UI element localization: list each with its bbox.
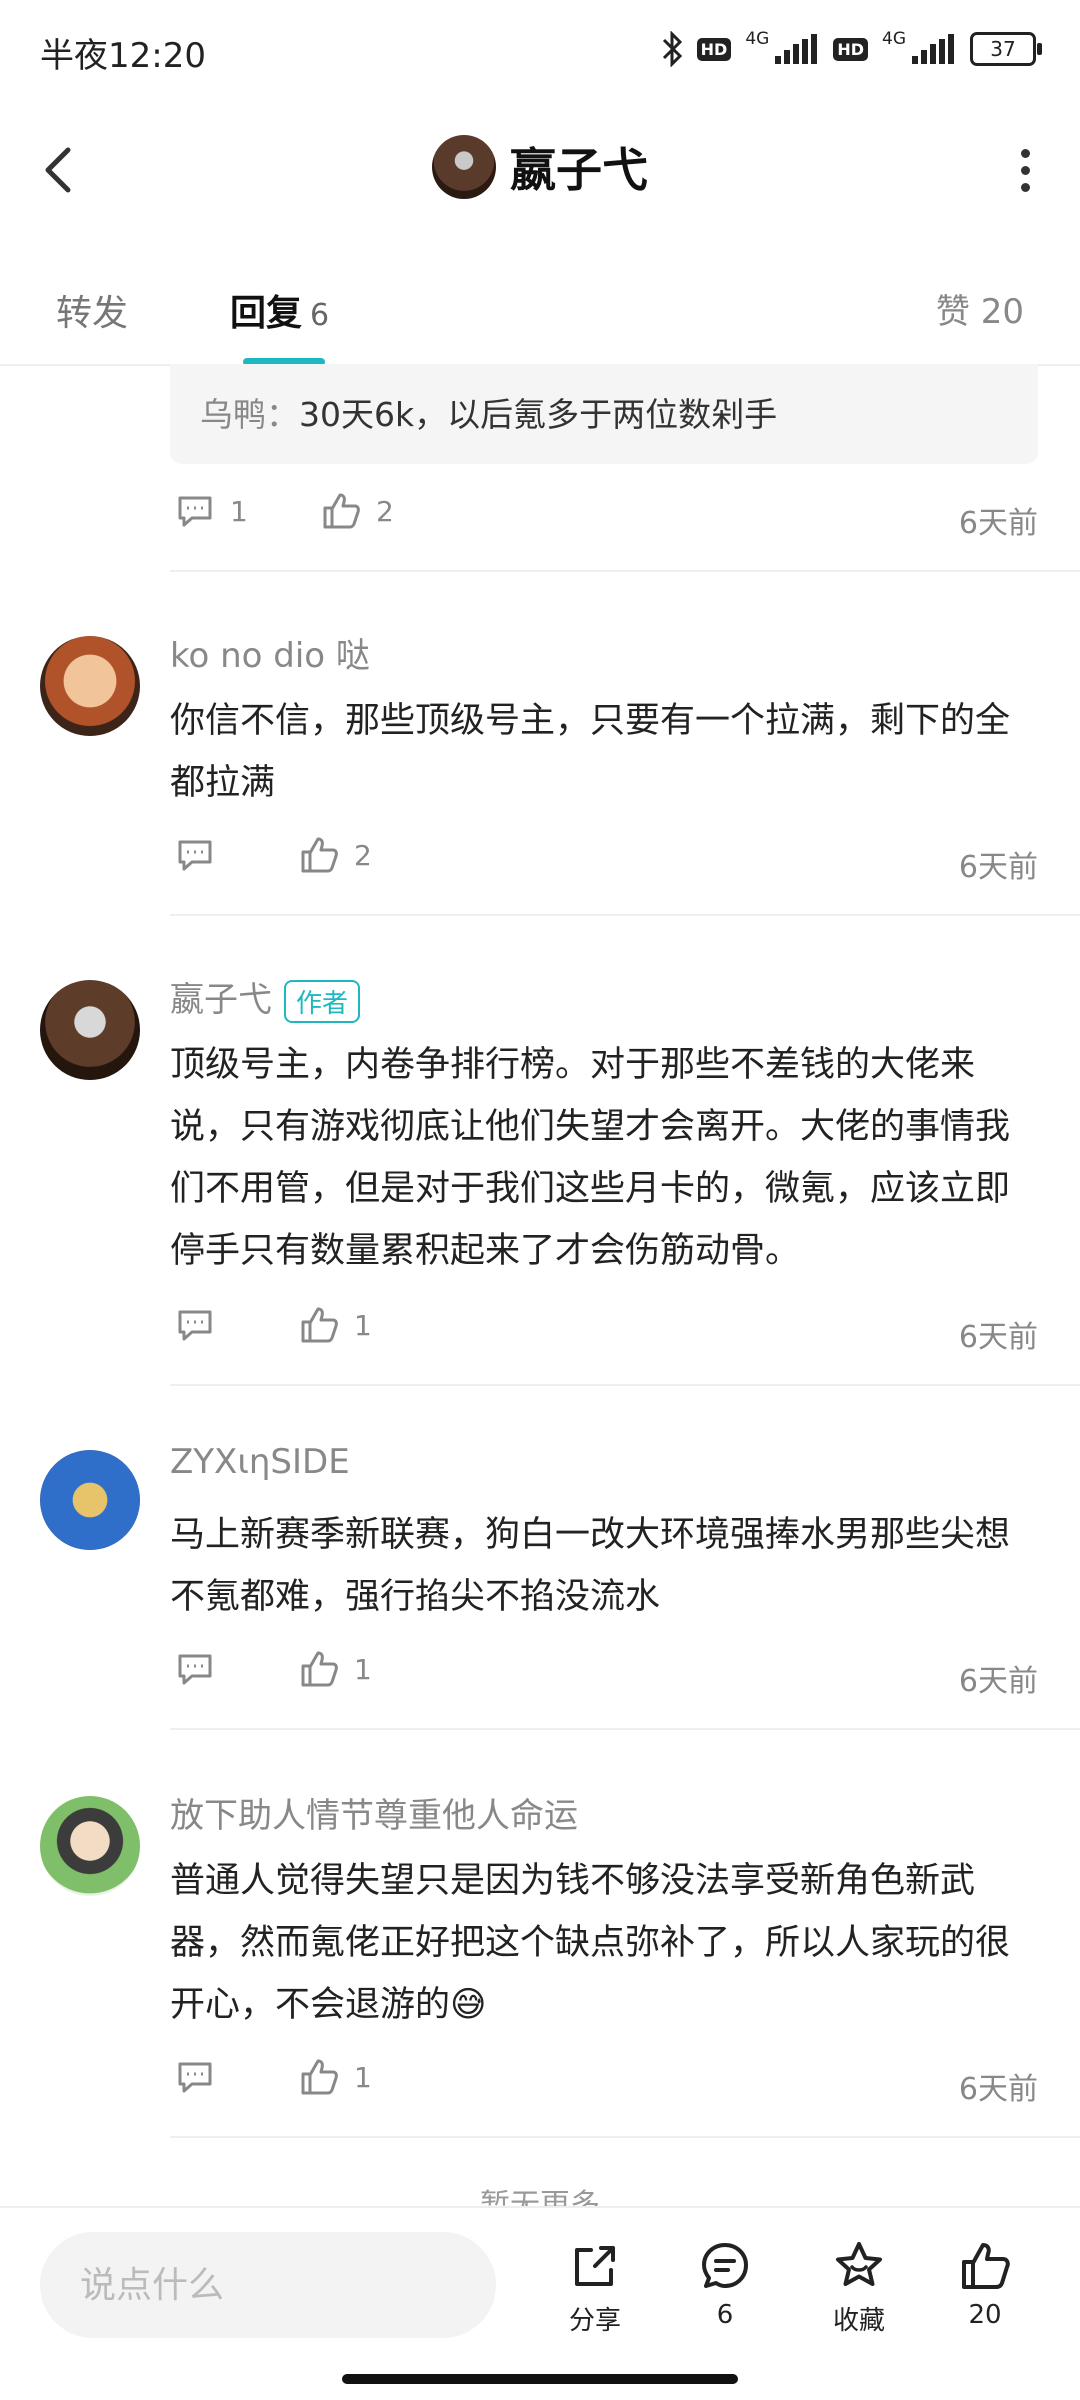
comment-text[interactable]: 你信不信，那些顶级号主，只要有一个拉满，剩下的全都拉满	[170, 690, 1042, 814]
share-label: 分享	[568, 2306, 621, 2336]
divider	[170, 914, 1080, 916]
tabs: 转发 回复 6 赞 20	[0, 246, 1080, 366]
reply-action[interactable]	[174, 834, 216, 876]
header: 嬴子弋	[0, 96, 1080, 246]
comment-username[interactable]: ko no dio 哒	[170, 628, 370, 677]
hd-badge-2: HD	[833, 37, 868, 61]
avatar[interactable]	[40, 980, 140, 1080]
more-options-icon[interactable]	[1000, 140, 1050, 200]
comment-text[interactable]: 顶级号主，内卷争排行榜。对于那些不差钱的大佬来说，只有游戏彻底让他们失望才会离开…	[170, 1034, 1042, 1282]
avatar[interactable]	[40, 1450, 140, 1550]
comment-icon	[178, 1310, 212, 1341]
thumbs-up-icon	[323, 493, 360, 529]
reply-action[interactable]	[174, 1304, 216, 1346]
tab-repost[interactable]: 转发	[56, 284, 128, 336]
share-icon	[575, 2246, 615, 2286]
divider	[170, 1384, 1080, 1386]
thumbs-up-icon	[301, 2059, 338, 2095]
comment-username[interactable]: ZYXιηSIDE	[170, 1442, 350, 1482]
quoted-reply-text: 乌鸭：30天6k，以后氪多于两位数剁手	[200, 395, 778, 434]
status-bar: 半夜12:20 HD 4G HD 4G 37	[0, 0, 1080, 96]
star-icon	[836, 2242, 882, 2286]
comment-username[interactable]: 放下助人情节尊重他人命运	[170, 1788, 578, 1837]
signal-icon	[775, 34, 818, 64]
like-count: 2	[376, 494, 394, 528]
comment-bubble-icon	[702, 2243, 748, 2288]
like-action[interactable]: 1	[298, 2056, 372, 2098]
like-count: 2	[354, 838, 372, 872]
comment-input[interactable]	[40, 2232, 496, 2338]
timestamp: 6天前	[958, 506, 1038, 541]
action-row: 1 2 6天前	[170, 490, 1038, 550]
reply-action[interactable]	[174, 2056, 216, 2098]
reply-action[interactable]	[174, 1648, 216, 1690]
like-action[interactable]: 1	[298, 1648, 372, 1690]
quoted-reply-author[interactable]: 乌鸭	[200, 395, 266, 434]
divider	[170, 1728, 1080, 1730]
network-type: 4G	[745, 29, 770, 49]
quoted-reply[interactable]: 乌鸭：30天6k，以后氪多于两位数剁手	[170, 364, 1038, 464]
reply-count: 1	[230, 494, 248, 528]
thumbs-up-icon	[301, 837, 338, 873]
like-action[interactable]: 1	[298, 1304, 372, 1346]
comment-icon	[178, 2062, 212, 2093]
no-more-hint: 暂无更多	[480, 2188, 600, 2206]
avatar[interactable]	[40, 1796, 140, 1896]
title-wrap: 嬴子弋	[0, 134, 1080, 200]
status-icons: HD 4G HD 4G 37	[661, 24, 1042, 74]
bottom-bar: 分享 6 收藏 20	[0, 2206, 1080, 2358]
tab-reply-count: 6	[310, 298, 330, 333]
author-avatar[interactable]	[432, 135, 496, 199]
tab-reply[interactable]: 回复 6	[230, 284, 329, 336]
timestamp: 6天前	[958, 850, 1038, 885]
timestamp: 6天前	[958, 1664, 1038, 1699]
like-count: 1	[354, 1308, 372, 1342]
thumbs-up-icon	[301, 1651, 338, 1687]
like-action[interactable]: 2	[320, 490, 394, 532]
timestamp: 6天前	[958, 2072, 1038, 2107]
tab-likes[interactable]: 赞 20	[936, 284, 1024, 333]
comment-icon	[178, 1654, 212, 1685]
comment-button[interactable]: 6	[670, 2238, 780, 2330]
action-row: 1 6天前	[170, 1648, 1038, 1708]
author-badge: 作者	[284, 980, 361, 1023]
comment-icon	[178, 840, 212, 871]
timestamp: 6天前	[958, 1320, 1038, 1355]
action-row: 1 6天前	[170, 1304, 1038, 1364]
status-time: 半夜12:20	[40, 36, 206, 76]
thumbs-up-icon	[301, 1307, 338, 1343]
share-button[interactable]: 分享	[540, 2238, 650, 2337]
like-action[interactable]: 2	[298, 834, 372, 876]
like-button[interactable]: 20	[930, 2238, 1040, 2330]
network-type-2: 4G	[882, 29, 906, 49]
favorite-label: 收藏	[832, 2306, 885, 2336]
like-count: 1	[354, 2060, 372, 2094]
comment-text[interactable]: 马上新赛季新联赛，狗白一改大环境强捧水男那些尖想不氪都难，强行掐尖不掐没流水	[170, 1504, 1042, 1628]
avatar[interactable]	[40, 636, 140, 736]
bluetooth-icon	[662, 31, 682, 67]
comment-text[interactable]: 普通人觉得失望只是因为钱不够没法享受新角色新武器，然而氪佬正好把这个缺点弥补了，…	[170, 1850, 1042, 2036]
like-count: 1	[354, 1652, 372, 1686]
action-row: 1 6天前	[170, 2056, 1038, 2116]
comment-icon	[178, 496, 212, 527]
reply-action[interactable]: 1	[174, 490, 248, 532]
comment-username[interactable]: 嬴子弋 作者	[170, 972, 361, 1023]
battery-icon: 37	[970, 32, 1042, 66]
like-total: 20	[968, 2300, 1002, 2330]
comment-count: 6	[716, 2300, 734, 2330]
page-title: 嬴子弋	[510, 143, 648, 197]
home-indicator[interactable]	[342, 2374, 738, 2384]
divider	[170, 570, 1080, 572]
favorite-button[interactable]: 收藏	[804, 2238, 914, 2337]
action-row: 2 6天前	[170, 834, 1038, 894]
hd-badge: HD	[696, 37, 732, 61]
divider	[170, 2136, 1080, 2138]
thumbs-up-icon	[962, 2243, 1010, 2289]
signal-icon-2	[912, 34, 954, 64]
tab-reply-label: 回复	[230, 293, 303, 334]
